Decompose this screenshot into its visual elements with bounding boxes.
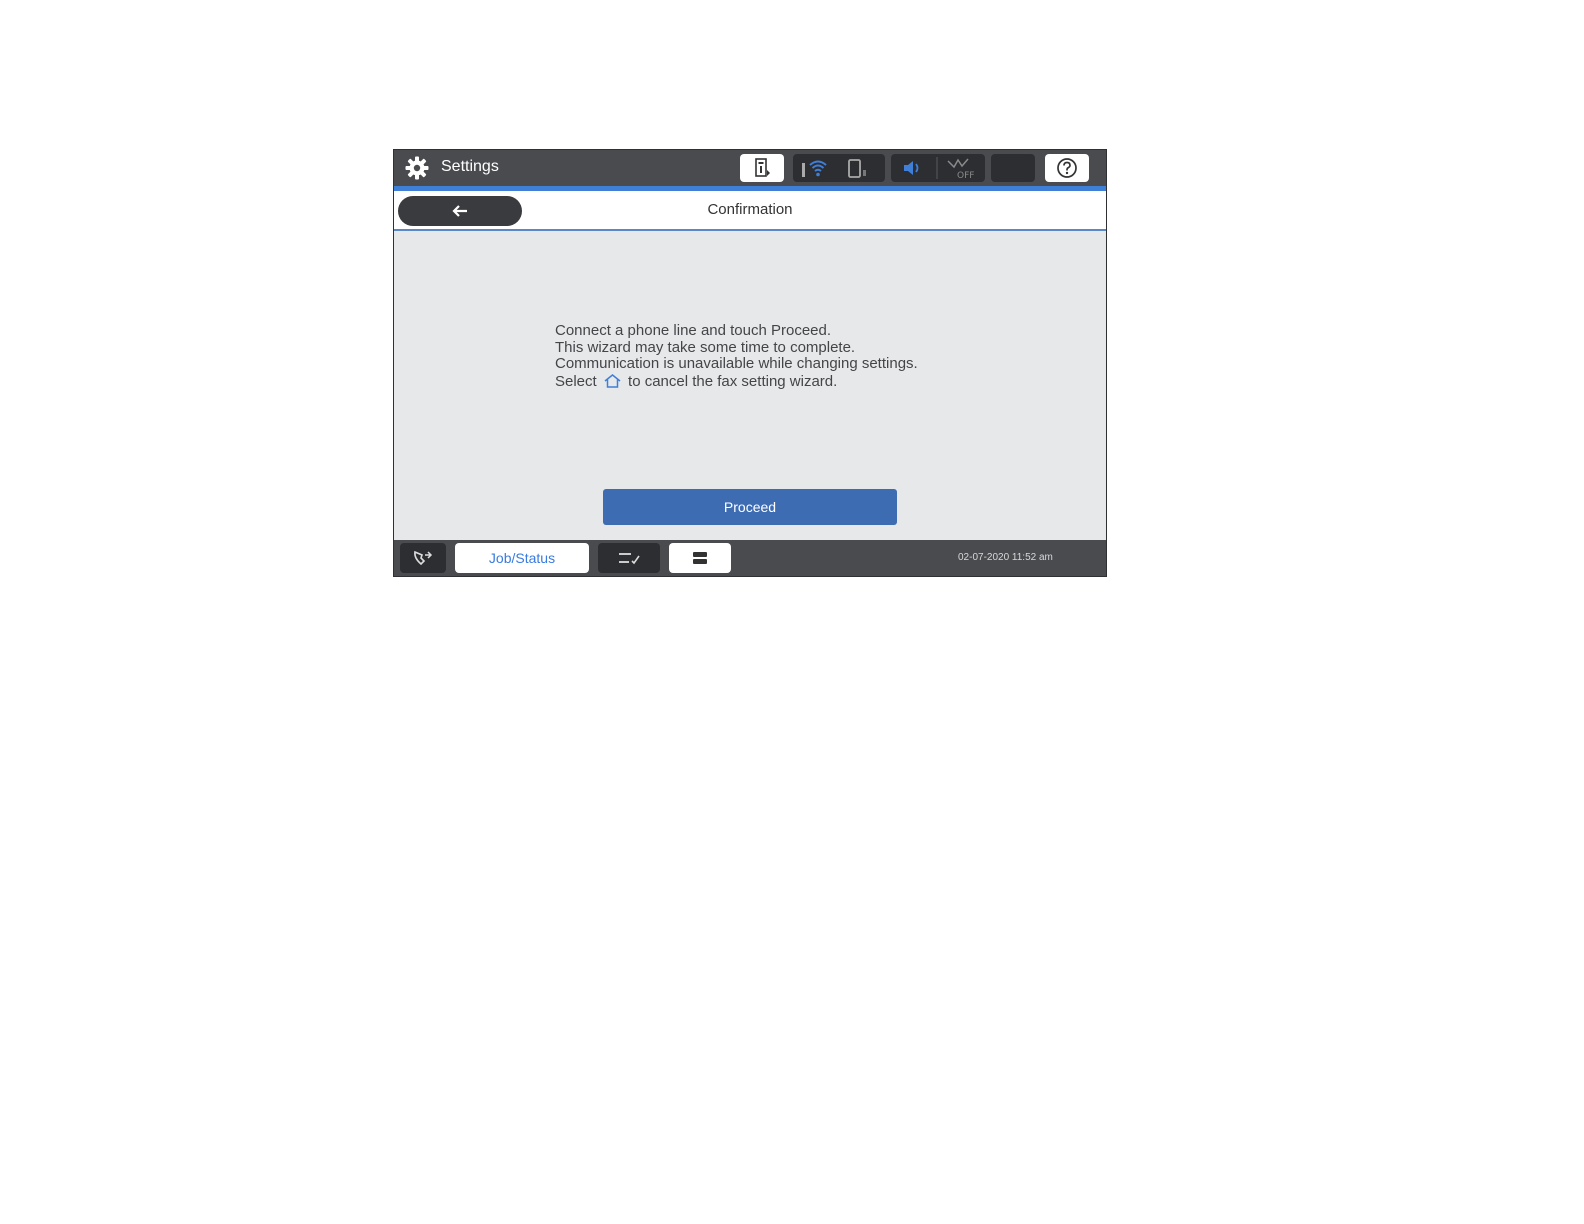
wifi-direct-icon: [848, 159, 866, 178]
message-line: This wizard may take some time to comple…: [555, 338, 856, 356]
job-status-label: Job/Status: [488, 550, 556, 566]
message-text: to cancel the fax setting wizard.: [623, 372, 838, 390]
datetime-display: 02-07-2020 11:52 am: [958, 552, 1053, 563]
page-title: Confirmation: [707, 201, 793, 218]
help-icon: [1057, 158, 1077, 178]
gear-icon: [405, 156, 429, 180]
top-status-bar: Settings OFF: [394, 150, 1106, 186]
bottom-bar: Job/Status 02-07-2020 11:52 am: [394, 540, 1106, 576]
printer-status-icon: [755, 158, 770, 177]
printer-status-button[interactable]: [740, 154, 784, 182]
fax-off-icon: OFF: [947, 158, 974, 180]
job-status-button[interactable]: Job/Status: [455, 543, 589, 573]
help-button[interactable]: [1045, 154, 1089, 182]
job-list-icon: [619, 553, 640, 565]
phone-handset-icon: [414, 550, 433, 566]
printer-panel: Settings OFF Confirmation Connect a phon…: [393, 149, 1107, 577]
sleep-button[interactable]: [991, 154, 1035, 182]
fax-button[interactable]: [400, 543, 446, 573]
job-list-button[interactable]: [598, 543, 660, 573]
svg-text:OFF: OFF: [957, 171, 974, 180]
instruction-message: Connect a phone line and touch Proceed. …: [555, 322, 918, 391]
network-status-button[interactable]: [793, 154, 885, 182]
home-icon: [604, 373, 621, 388]
speaker-icon: [904, 157, 938, 179]
page-header: Confirmation: [394, 191, 1106, 231]
message-line: Select to cancel the fax setting wizard.: [555, 373, 918, 391]
message-text: Select: [555, 372, 601, 390]
printer-icon: [693, 552, 707, 564]
stop-button[interactable]: [669, 543, 731, 573]
proceed-button[interactable]: Proceed: [603, 489, 897, 525]
screen-title: Settings: [441, 158, 499, 175]
message-line: Connect a phone line and touch Proceed.: [555, 322, 832, 339]
sleep-icon: [1007, 160, 1015, 176]
message-line: Communication is unavailable while chang…: [555, 355, 918, 372]
sound-fax-status-button[interactable]: OFF: [891, 154, 985, 182]
wifi-icon: [802, 160, 827, 177]
